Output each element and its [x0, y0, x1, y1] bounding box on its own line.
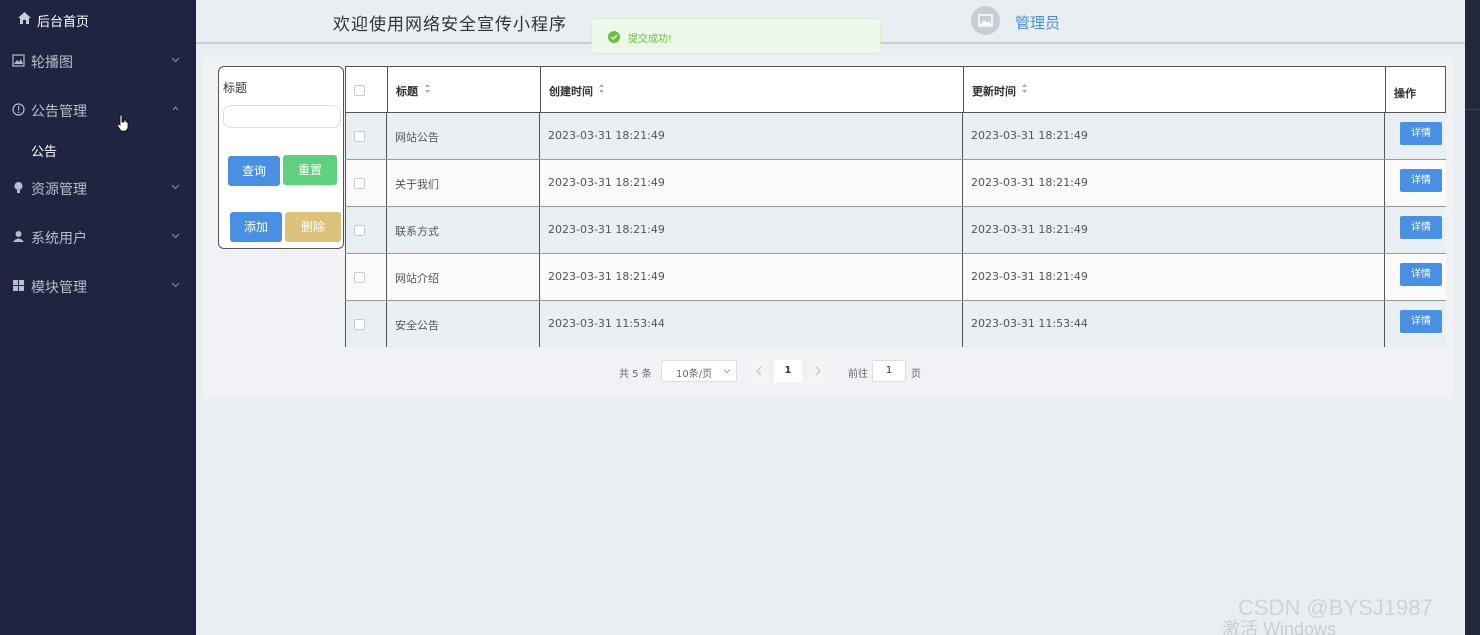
notice-table: 标题 创建时间 更新时间 操作 网站公告 2023-03-31 18:21:49… — [345, 66, 1446, 348]
table-header: 标题 创建时间 更新时间 操作 — [345, 66, 1446, 113]
sidebar-home-label: 后台首页 — [37, 15, 90, 30]
main-area: 欢迎使用网络安全宣传小程序 管理员 提交成功! 标题 查询 重置 添加 删除 标… — [196, 0, 1465, 635]
table-row: 联系方式 2023-03-31 18:21:49 2023-03-31 18:2… — [345, 207, 1446, 254]
detail-button[interactable]: 详情 — [1400, 169, 1442, 192]
toast-message: 提交成功! — [628, 34, 673, 45]
row-checkbox[interactable] — [354, 131, 365, 142]
sidebar-item-label: 模块管理 — [31, 280, 87, 296]
next-page-button[interactable] — [808, 360, 828, 382]
table-row: 安全公告 2023-03-31 11:53:44 2023-03-31 11:5… — [345, 301, 1446, 348]
detail-button[interactable]: 详情 — [1400, 216, 1442, 239]
sidebar: 后台首页 轮播图 公告管理 公告 资源管理 系统用户 模块管理 — [0, 0, 195, 635]
sort-icon[interactable] — [598, 83, 605, 94]
sidebar-subitem-label: 公告 — [31, 145, 58, 160]
row-created: 2023-03-31 18:21:49 — [548, 129, 665, 142]
chevron-down-icon — [171, 233, 180, 239]
picture-icon — [12, 54, 25, 67]
reset-button[interactable]: 重置 — [283, 155, 337, 185]
sidebar-item-module-manage[interactable]: 模块管理 — [0, 266, 195, 306]
column-header-actions: 操作 — [1385, 67, 1445, 112]
column-header-created[interactable]: 创建时间 — [540, 67, 963, 112]
check-circle-icon — [608, 31, 620, 43]
chevron-down-icon — [171, 57, 180, 63]
search-panel: 标题 查询 重置 添加 删除 — [218, 66, 344, 249]
delete-button[interactable]: 删除 — [285, 212, 341, 242]
hand-cursor-icon — [116, 114, 129, 132]
sort-icon[interactable] — [1021, 83, 1028, 94]
row-checkbox[interactable] — [354, 178, 365, 189]
image-icon — [978, 14, 993, 27]
row-created: 2023-03-31 18:21:49 — [548, 176, 665, 189]
windows-activation-watermark: 激活 Windows — [1222, 619, 1337, 635]
page-size-select[interactable]: 10条/页 — [661, 360, 737, 382]
chevron-down-icon — [723, 369, 731, 374]
table-row: 网站介绍 2023-03-31 18:21:49 2023-03-31 18:2… — [345, 254, 1446, 301]
current-page[interactable]: 1 — [774, 360, 802, 382]
info-circle-icon — [12, 103, 25, 116]
detail-button[interactable]: 详情 — [1400, 122, 1442, 145]
sidebar-item-label: 系统用户 — [31, 231, 87, 247]
row-updated: 2023-03-31 18:21:49 — [971, 270, 1088, 283]
prev-page-button[interactable] — [749, 360, 769, 382]
row-title: 网站介绍 — [395, 272, 439, 285]
user-icon — [13, 231, 24, 242]
row-created: 2023-03-31 11:53:44 — [548, 317, 665, 330]
row-checkbox[interactable] — [354, 319, 365, 330]
row-updated: 2023-03-31 18:21:49 — [971, 129, 1088, 142]
chevron-left-icon — [756, 366, 762, 376]
title-search-input[interactable] — [223, 105, 341, 128]
chevron-right-icon — [815, 366, 821, 376]
admin-username[interactable]: 管理员 — [1015, 12, 1060, 33]
row-title: 关于我们 — [395, 178, 439, 191]
row-updated: 2023-03-31 11:53:44 — [971, 317, 1088, 330]
pagination-total: 共 5 条 — [619, 369, 652, 380]
welcome-title: 欢迎使用网络安全宣传小程序 — [333, 15, 567, 35]
select-all-cell — [346, 67, 387, 112]
sidebar-item-home[interactable]: 后台首页 — [0, 0, 195, 38]
column-header-title[interactable]: 标题 — [387, 67, 540, 112]
chevron-down-icon — [171, 184, 180, 190]
home-icon — [18, 12, 31, 24]
chevron-down-icon — [171, 282, 180, 288]
sidebar-item-carousel[interactable]: 轮播图 — [0, 41, 195, 81]
goto-page-input[interactable]: 1 — [872, 360, 906, 382]
sidebar-item-label: 轮播图 — [31, 55, 73, 71]
row-updated: 2023-03-31 18:21:49 — [971, 223, 1088, 236]
row-title: 联系方式 — [395, 225, 439, 238]
sidebar-item-notice-manage[interactable]: 公告管理 — [0, 90, 195, 130]
avatar[interactable] — [971, 6, 1000, 35]
row-created: 2023-03-31 18:21:49 — [548, 223, 665, 236]
row-created: 2023-03-31 18:21:49 — [548, 270, 665, 283]
row-title: 网站公告 — [395, 131, 439, 144]
sidebar-item-resource-manage[interactable]: 资源管理 — [0, 168, 195, 208]
sort-icon[interactable] — [424, 83, 431, 94]
row-checkbox[interactable] — [354, 272, 365, 283]
lightbulb-icon — [14, 182, 23, 193]
grid-icon — [13, 280, 24, 291]
page-suffix: 页 — [911, 369, 921, 380]
sidebar-item-label: 资源管理 — [31, 182, 87, 198]
table-row: 网站公告 2023-03-31 18:21:49 2023-03-31 18:2… — [345, 113, 1446, 160]
sidebar-item-system-users[interactable]: 系统用户 — [0, 217, 195, 257]
pagination: 共 5 条 10条/页 1 前往 1 页 — [196, 360, 1465, 382]
goto-label: 前往 — [848, 369, 868, 380]
page-size-value: 10条/页 — [676, 369, 713, 380]
chevron-up-icon — [172, 106, 179, 111]
right-edge-panel — [1465, 0, 1480, 635]
row-checkbox[interactable] — [354, 225, 365, 236]
select-all-checkbox[interactable] — [354, 85, 365, 96]
query-button[interactable]: 查询 — [228, 156, 280, 186]
sidebar-subitem-notice[interactable]: 公告 — [0, 136, 195, 162]
sidebar-item-label: 公告管理 — [31, 104, 87, 120]
row-updated: 2023-03-31 18:21:49 — [971, 176, 1088, 189]
title-field-label: 标题 — [223, 81, 248, 95]
detail-button[interactable]: 详情 — [1400, 310, 1442, 333]
detail-button[interactable]: 详情 — [1400, 263, 1442, 286]
success-toast: 提交成功! — [591, 18, 881, 54]
row-title: 安全公告 — [395, 319, 439, 332]
column-header-updated[interactable]: 更新时间 — [963, 67, 1385, 112]
add-button[interactable]: 添加 — [230, 212, 282, 242]
table-row: 关于我们 2023-03-31 18:21:49 2023-03-31 18:2… — [345, 160, 1446, 207]
